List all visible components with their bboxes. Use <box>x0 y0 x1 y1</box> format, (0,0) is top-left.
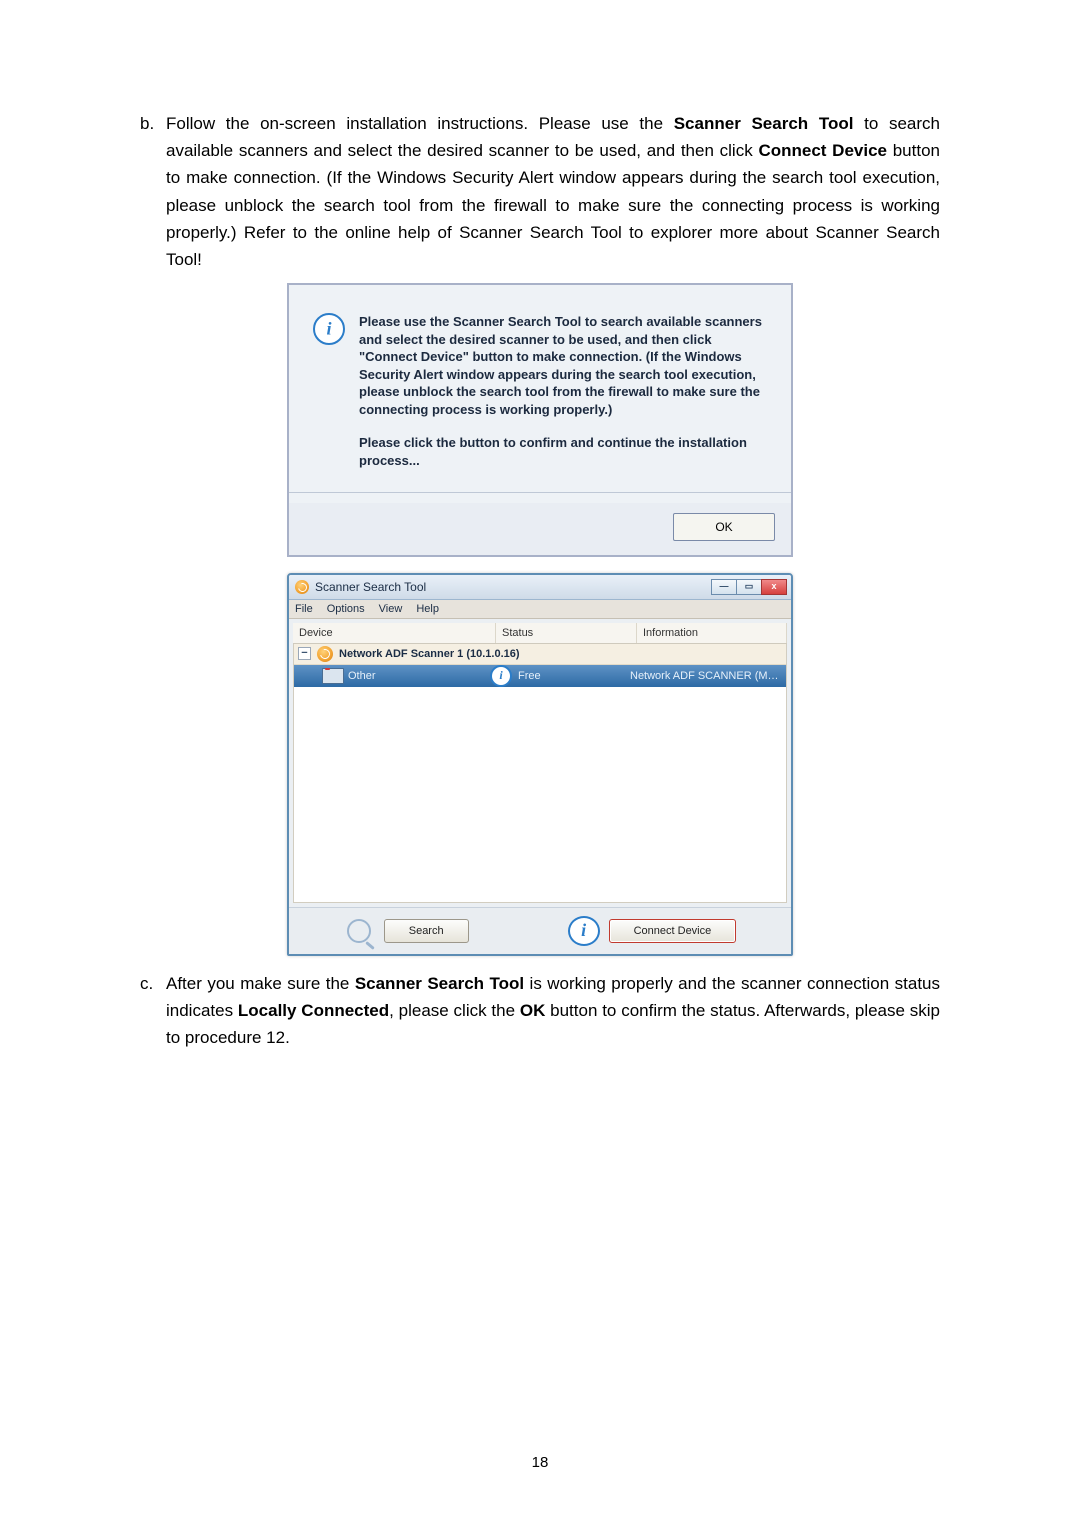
device-info: Network ADF SCANNER (MAC: 0:15:6e:50:0.) <box>624 670 786 682</box>
device-list[interactable]: − Network ADF Scanner 1 (10.1.0.16) Othe… <box>293 644 787 903</box>
window-title: Scanner Search Tool <box>315 580 426 594</box>
list-item-c: c. After you make sure the Scanner Searc… <box>140 970 940 1052</box>
bold-text: Scanner Search Tool <box>355 974 524 993</box>
app-icon <box>295 580 309 594</box>
close-button[interactable]: x <box>761 579 787 595</box>
dialog-divider <box>289 492 791 493</box>
ok-button-label: OK <box>715 520 732 534</box>
ok-button[interactable]: OK <box>673 513 775 541</box>
device-name: Other <box>348 670 376 682</box>
column-device[interactable]: Device <box>293 623 496 643</box>
info-icon <box>569 916 599 946</box>
info-icon <box>313 313 345 345</box>
list-body: Follow the on-screen installation instru… <box>166 110 940 273</box>
column-info[interactable]: Information <box>637 623 787 643</box>
list-body: After you make sure the Scanner Search T… <box>166 970 940 1052</box>
bottom-toolbar: Search Connect Device <box>289 907 791 954</box>
scanner-icon <box>322 668 344 684</box>
scanner-search-tool-screenshot: Scanner Search Tool — ▭ x File Options V… <box>287 573 793 956</box>
device-group-label: Network ADF Scanner 1 (10.1.0.16) <box>339 648 520 660</box>
scanner-search-tool-window: Scanner Search Tool — ▭ x File Options V… <box>287 573 793 956</box>
menubar: File Options View Help <box>289 600 791 619</box>
list-item-b: b. Follow the on-screen installation ins… <box>140 110 940 273</box>
list-marker: c. <box>140 970 166 1052</box>
search-button[interactable]: Search <box>384 919 469 943</box>
device-row[interactable]: Other Free Network ADF SCANNER (MAC: 0:1… <box>294 665 786 687</box>
connect-device-button[interactable]: Connect Device <box>609 919 737 943</box>
dialog-message-line2: Please click the button to confirm and c… <box>359 434 767 469</box>
device-group-row[interactable]: − Network ADF Scanner 1 (10.1.0.16) <box>294 644 786 665</box>
info-dialog-screenshot: Please use the Scanner Search Tool to se… <box>287 283 793 556</box>
maximize-button[interactable]: ▭ <box>736 579 762 595</box>
bold-text: Connect Device <box>758 141 887 160</box>
dialog-message-line1: Please use the Scanner Search Tool to se… <box>359 313 767 418</box>
minimize-button[interactable]: — <box>711 579 737 595</box>
connect-device-button-label: Connect Device <box>634 925 712 937</box>
menu-file[interactable]: File <box>295 603 313 615</box>
menu-options[interactable]: Options <box>327 603 365 615</box>
menu-help[interactable]: Help <box>416 603 439 615</box>
text: , please click the <box>389 1001 520 1020</box>
list-header: Device Status Information <box>293 623 787 644</box>
column-status[interactable]: Status <box>496 623 637 643</box>
expand-icon[interactable]: − <box>298 647 311 660</box>
page-number: 18 <box>0 1454 1080 1471</box>
text: button to make connection. (If the Windo… <box>166 141 940 269</box>
bold-text: Locally Connected <box>238 1001 389 1020</box>
bold-text: Scanner Search Tool <box>674 114 854 133</box>
text: Follow the on-screen installation instru… <box>166 114 674 133</box>
bold-text: OK <box>520 1001 546 1020</box>
dialog-button-bar: OK <box>289 503 791 555</box>
menu-view[interactable]: View <box>379 603 403 615</box>
refresh-icon <box>317 646 333 662</box>
titlebar: Scanner Search Tool — ▭ x <box>289 575 791 600</box>
search-icon <box>344 916 374 946</box>
window-controls: — ▭ x <box>712 579 787 595</box>
list-marker: b. <box>140 110 166 273</box>
search-button-label: Search <box>409 925 444 937</box>
dialog-message: Please use the Scanner Search Tool to se… <box>359 313 767 469</box>
info-icon <box>490 665 512 687</box>
device-status: Free <box>518 670 541 682</box>
text: After you make sure the <box>166 974 355 993</box>
info-dialog: Please use the Scanner Search Tool to se… <box>287 283 793 556</box>
